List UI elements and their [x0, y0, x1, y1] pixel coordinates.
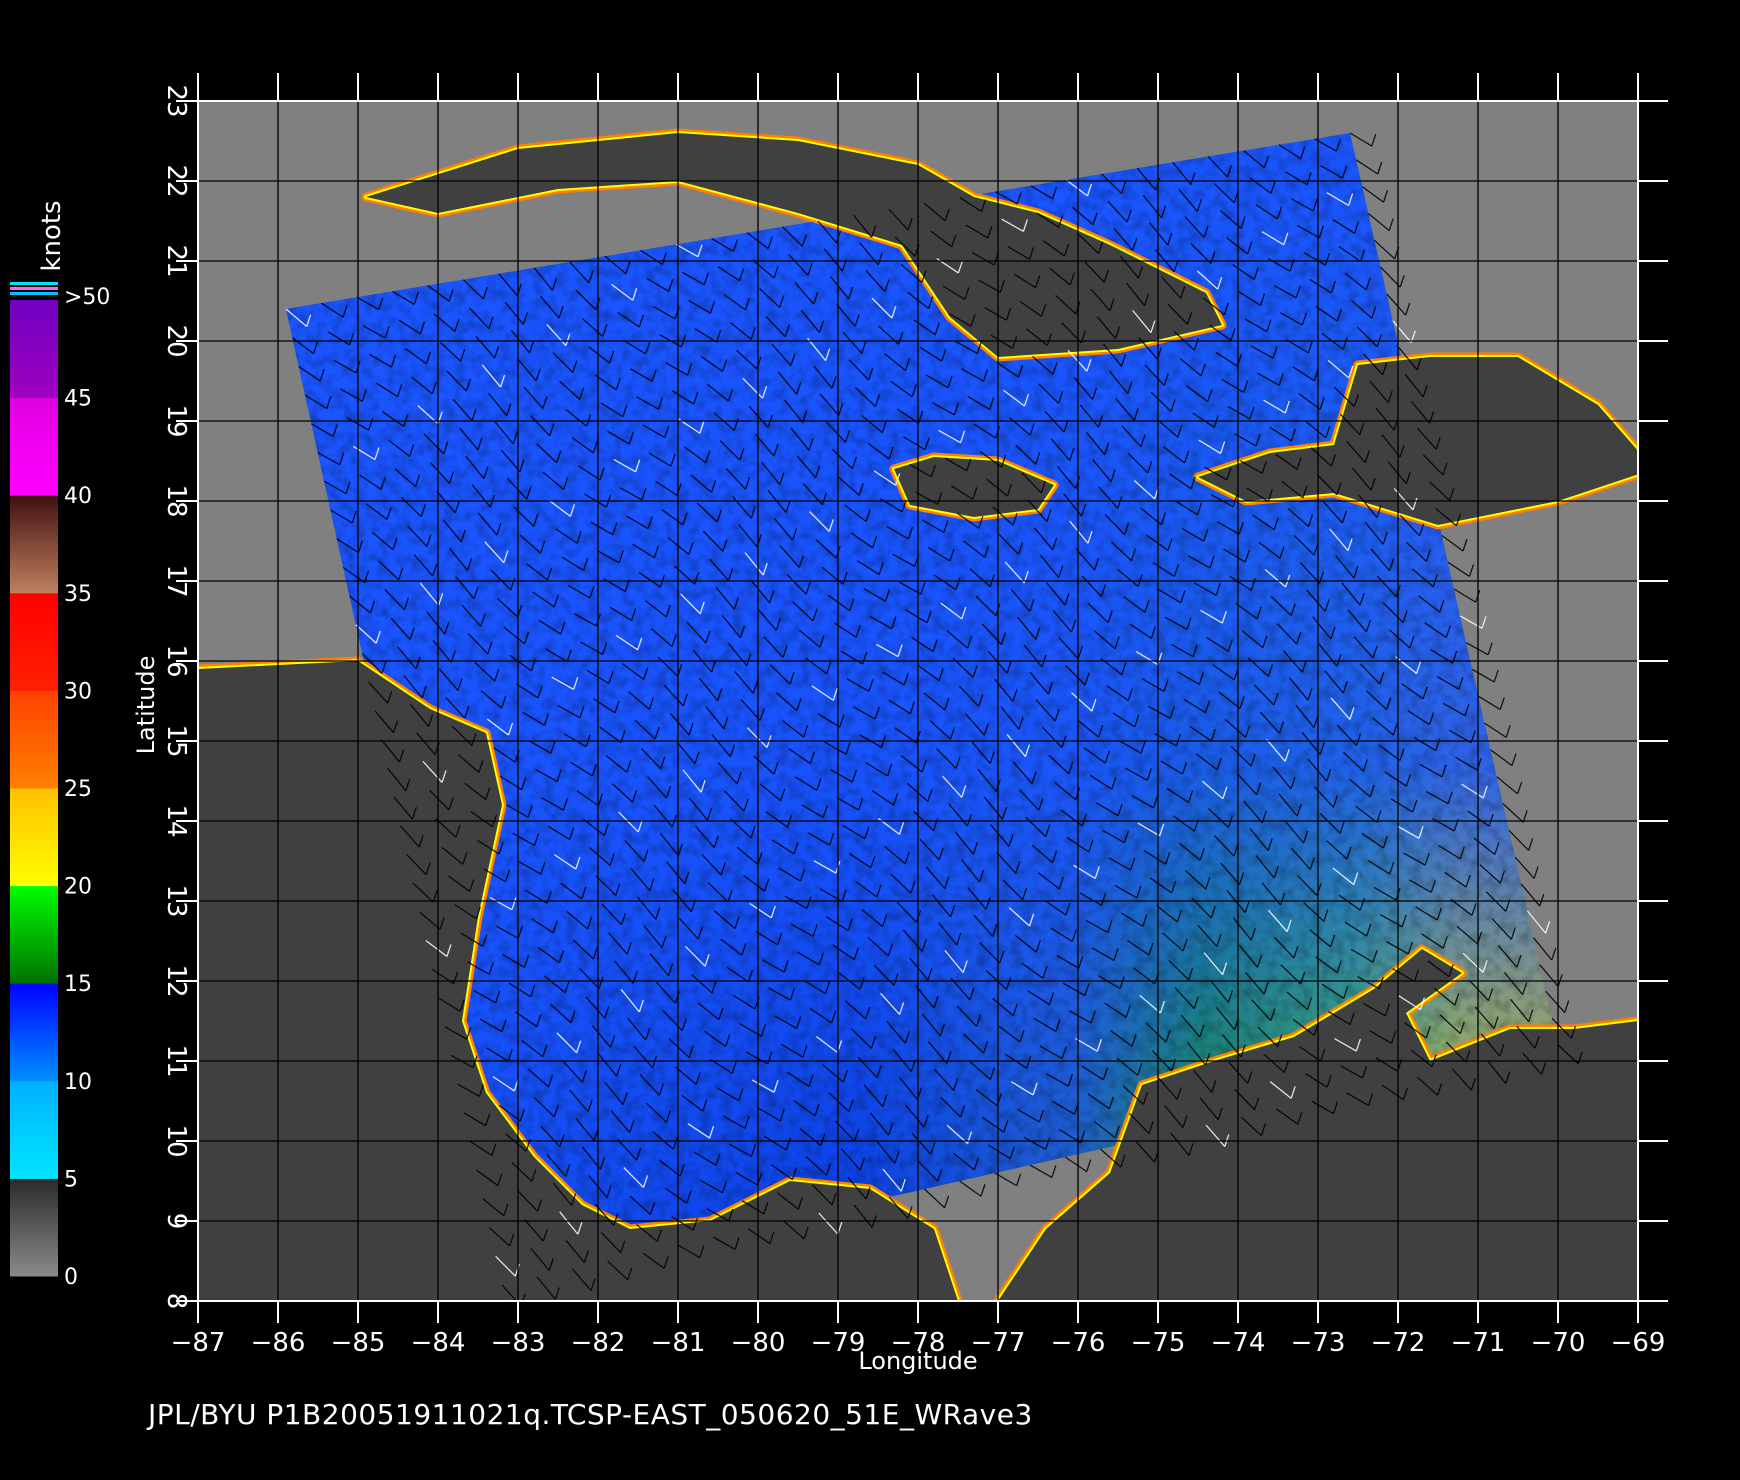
x-tick-label: −70 [1531, 1328, 1586, 1358]
x-tick-label: −69 [1611, 1328, 1666, 1358]
y-tick-label: 23 [161, 84, 191, 117]
y-tick-label: 19 [161, 404, 191, 437]
colorbar-band [10, 495, 58, 594]
y-tick-label: 17 [161, 564, 191, 597]
x-tick-label: −82 [571, 1328, 626, 1358]
y-tick-label: 12 [161, 964, 191, 997]
x-tick-label: −76 [1051, 1328, 1106, 1358]
y-tick-label: 20 [161, 324, 191, 357]
colorbar-tick-label: 35 [64, 582, 92, 607]
colorbar-tick-label: 45 [64, 387, 92, 412]
x-tick-label: −87 [171, 1328, 226, 1358]
x-tick-label: −85 [331, 1328, 386, 1358]
colorbar-band [10, 788, 58, 887]
colorbar-overflow-stripe [10, 292, 58, 295]
y-tick-label: 22 [161, 164, 191, 197]
colorbar-title: knots [37, 200, 67, 271]
y-tick-label: 9 [161, 1213, 191, 1230]
colorbar-tick-label: 30 [64, 679, 92, 704]
colorbar-band [10, 983, 58, 1082]
y-axis-title: Latitude [132, 656, 160, 755]
y-tick-label: 11 [161, 1044, 191, 1077]
x-tick-label: −74 [1211, 1328, 1266, 1358]
colorbar-tick-label: 40 [64, 484, 92, 509]
x-tick-label: −83 [491, 1328, 546, 1358]
y-tick-labels: 8 9 10 11 12 13 14 15 16 17 18 19 20 21 22 23 [161, 84, 191, 1309]
colorbar-tick-label: >50 [64, 285, 110, 310]
colorbar-tick-label: 5 [64, 1167, 78, 1192]
product-id-footer: JPL/BYU P1B20051911021q.TCSP-EAST_050620… [148, 1398, 1033, 1431]
x-tick-label: −81 [651, 1328, 706, 1358]
y-tick-label: 18 [161, 484, 191, 517]
colorbar-band [10, 690, 58, 789]
colorbar-band [10, 300, 58, 399]
y-tick-label: 13 [161, 884, 191, 917]
x-tick-label: −71 [1451, 1328, 1506, 1358]
colorbar-tick-label: 0 [64, 1265, 78, 1290]
x-tick-label: −86 [251, 1328, 306, 1358]
x-tick-label: −77 [971, 1328, 1026, 1358]
colorbar-labels: 0 5 10 15 20 25 30 35 40 45 >50 [64, 285, 110, 1290]
colorbar-band [10, 1178, 58, 1277]
colorbar-band [10, 592, 58, 691]
y-tick-label: 16 [161, 644, 191, 677]
x-axis-title: Longitude [858, 1347, 977, 1375]
colorbar [10, 282, 58, 1277]
colorbar-tick-label: 20 [64, 875, 92, 900]
colorbar-tick-label: 25 [64, 777, 92, 802]
x-tick-label: −73 [1291, 1328, 1346, 1358]
x-tick-label: −80 [731, 1328, 786, 1358]
y-tick-label: 21 [161, 244, 191, 277]
x-tick-label: −72 [1371, 1328, 1426, 1358]
y-tick-label: 8 [161, 1293, 191, 1310]
colorbar-overflow-stripe [10, 282, 58, 285]
colorbar-tick-label: 10 [64, 1070, 92, 1095]
x-tick-label: −75 [1131, 1328, 1186, 1358]
x-tick-label: −84 [411, 1328, 466, 1358]
y-tick-label: 15 [161, 724, 191, 757]
colorbar-overflow-stripe [10, 287, 58, 290]
x-tick-label: −79 [811, 1328, 866, 1358]
y-tick-label: 14 [161, 804, 191, 837]
colorbar-tick-label: 15 [64, 972, 92, 997]
colorbar-band [10, 885, 58, 984]
colorbar-band [10, 397, 58, 496]
y-tick-label: 10 [161, 1124, 191, 1157]
colorbar-band [10, 1080, 58, 1179]
wind-speed-map: −87 −86 −85 −84 −83 −82 −81 −80 −79 −78 −77 −76 −75−… [10, 73, 1668, 1375]
